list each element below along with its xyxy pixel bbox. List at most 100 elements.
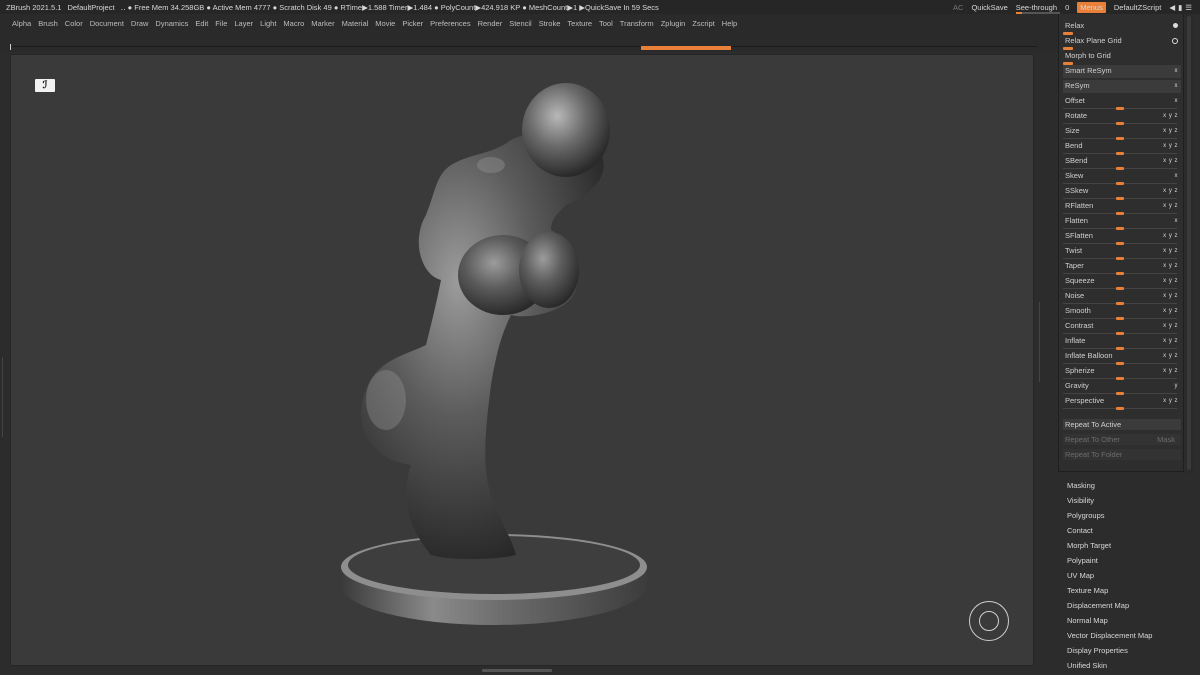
menu-macro[interactable]: Macro — [283, 19, 304, 28]
skew-slider[interactable]: Skew x — [1063, 170, 1181, 185]
axis-toggle-icon[interactable]: x — [1175, 215, 1179, 227]
menu-brush[interactable]: Brush — [38, 19, 58, 28]
menu-document[interactable]: Document — [90, 19, 124, 28]
slider-track[interactable] — [1063, 272, 1177, 275]
axis-toggle-icon[interactable]: x y z — [1163, 290, 1178, 302]
axis-toggle-icon[interactable]: x y z — [1163, 110, 1178, 122]
axis-toggle-icon[interactable]: x y z — [1163, 320, 1178, 332]
menu-stencil[interactable]: Stencil — [509, 19, 532, 28]
slider-track[interactable] — [1063, 227, 1177, 230]
left-tray[interactable] — [0, 52, 9, 670]
toggle-ring-icon[interactable] — [1172, 38, 1178, 44]
panel-toggle-icon[interactable]: ☰ — [1185, 3, 1192, 12]
morph-to-grid-button[interactable]: Morph to Grid — [1063, 50, 1181, 65]
subpalette-normal-map[interactable]: Normal Map — [1063, 613, 1193, 628]
axis-toggle-icon[interactable]: x y z — [1163, 365, 1178, 377]
subpalette-morph-target[interactable]: Morph Target — [1063, 538, 1193, 553]
subpalette-contact[interactable]: Contact — [1063, 523, 1193, 538]
axis-toggle-icon[interactable]: x y z — [1163, 155, 1178, 167]
menus-button[interactable]: Menus — [1077, 1, 1106, 13]
relax-button[interactable]: Relax — [1063, 20, 1181, 35]
subpalette-unified-skin[interactable]: Unified Skin — [1063, 658, 1193, 673]
menu-zplugin[interactable]: Zplugin — [661, 19, 686, 28]
slider-track[interactable] — [1063, 197, 1177, 200]
subpalette-polygroups[interactable]: Polygroups — [1063, 508, 1193, 523]
rotate-gizmo-icon[interactable] — [969, 601, 1009, 641]
flatten-slider[interactable]: Flatten x — [1063, 215, 1181, 230]
menu-marker[interactable]: Marker — [311, 19, 334, 28]
axis-toggle-icon[interactable]: x y z — [1163, 185, 1178, 197]
inflate-slider[interactable]: Inflate x y z — [1063, 335, 1181, 350]
menu-help[interactable]: Help — [722, 19, 737, 28]
axis-toggle-icon[interactable]: x y z — [1163, 230, 1178, 242]
taper-slider[interactable]: Taper x y z — [1063, 260, 1181, 275]
subpalette-displacement-map[interactable]: Displacement Map — [1063, 598, 1193, 613]
axis-toggle-icon[interactable]: x y z — [1163, 140, 1178, 152]
rflatten-slider[interactable]: RFlatten x y z — [1063, 200, 1181, 215]
subpalette-vector-displacement-map[interactable]: Vector Displacement Map — [1063, 628, 1193, 643]
menu-layer[interactable]: Layer — [234, 19, 253, 28]
default-zscript-button[interactable]: DefaultZScript — [1114, 3, 1162, 12]
panel-right-icon[interactable]: ▮ — [1178, 3, 1182, 12]
axis-toggle-icon[interactable]: x y z — [1163, 245, 1178, 257]
axis-toggle-icon[interactable]: x y z — [1163, 200, 1178, 212]
axis-toggle-icon[interactable]: x — [1175, 170, 1179, 182]
axis-toggle-icon[interactable]: x — [1175, 65, 1179, 77]
slider-track[interactable] — [1063, 407, 1177, 410]
slider-track[interactable] — [1063, 137, 1177, 140]
right-tray-grip[interactable] — [1039, 302, 1043, 382]
bottom-tray-grip[interactable] — [482, 669, 552, 672]
subpalette-display-properties[interactable]: Display Properties — [1063, 643, 1193, 658]
repeat-to-active-button[interactable]: Repeat To Active — [1063, 419, 1181, 430]
ac-toggle[interactable]: AC — [953, 3, 963, 12]
menu-file[interactable]: File — [215, 19, 227, 28]
menu-zscript[interactable]: Zscript — [692, 19, 715, 28]
bottom-tray[interactable] — [0, 666, 1060, 675]
axis-toggle-icon[interactable]: x — [1175, 80, 1179, 92]
offset-slider[interactable]: Offset x — [1063, 95, 1181, 110]
smart-resym-button[interactable]: Smart ReSym x — [1063, 65, 1181, 78]
bend-slider[interactable]: Bend x y z — [1063, 140, 1181, 155]
axis-toggle-icon[interactable]: x y z — [1163, 275, 1178, 287]
slider-track[interactable] — [1063, 377, 1177, 380]
see-through-slider[interactable]: See-through 0 — [1015, 3, 1069, 14]
project-name[interactable]: DefaultProject — [67, 3, 114, 12]
axis-toggle-icon[interactable]: x y z — [1163, 125, 1178, 137]
subpalette-texture-map[interactable]: Texture Map — [1063, 583, 1193, 598]
axis-toggle-icon[interactable]: x — [1175, 95, 1179, 107]
slider-track[interactable] — [1063, 392, 1177, 395]
menu-preferences[interactable]: Preferences — [430, 19, 470, 28]
slider-track[interactable] — [1063, 347, 1177, 350]
sflatten-slider[interactable]: SFlatten x y z — [1063, 230, 1181, 245]
menu-light[interactable]: Light — [260, 19, 276, 28]
axis-toggle-icon[interactable]: x y z — [1163, 395, 1178, 407]
gravity-slider[interactable]: Gravity y — [1063, 380, 1181, 395]
subpalette-uv-map[interactable]: UV Map — [1063, 568, 1193, 583]
menu-tool[interactable]: Tool — [599, 19, 613, 28]
left-tray-grip[interactable] — [2, 357, 6, 437]
menu-movie[interactable]: Movie — [375, 19, 395, 28]
contrast-slider[interactable]: Contrast x y z — [1063, 320, 1181, 335]
menu-texture[interactable]: Texture — [567, 19, 592, 28]
panel-left-icon[interactable]: ◀ — [1169, 3, 1175, 12]
sculpted-figure-on-base[interactable] — [11, 55, 1035, 667]
perspective-slider[interactable]: Perspective x y z — [1063, 395, 1181, 410]
axis-toggle-icon[interactable]: x y z — [1163, 335, 1178, 347]
slider-track[interactable] — [1063, 302, 1177, 305]
slider-track[interactable] — [1063, 167, 1177, 170]
slider-track[interactable] — [1063, 242, 1177, 245]
axis-toggle-icon[interactable]: x y z — [1163, 260, 1178, 272]
squeeze-slider[interactable]: Squeeze x y z — [1063, 275, 1181, 290]
slider-track[interactable] — [1063, 107, 1177, 110]
mask-toggle[interactable]: Mask — [1157, 434, 1175, 445]
slider-handle[interactable] — [1116, 407, 1124, 410]
axis-toggle-icon[interactable]: y — [1175, 380, 1179, 392]
slider-track[interactable] — [1063, 212, 1177, 215]
menu-stroke[interactable]: Stroke — [539, 19, 561, 28]
quicksave-button[interactable]: QuickSave — [971, 3, 1007, 12]
menu-color[interactable]: Color — [65, 19, 83, 28]
menu-render[interactable]: Render — [478, 19, 503, 28]
slider-track[interactable] — [1063, 122, 1177, 125]
axis-toggle-icon[interactable]: x y z — [1163, 305, 1178, 317]
slider-track[interactable] — [1063, 287, 1177, 290]
